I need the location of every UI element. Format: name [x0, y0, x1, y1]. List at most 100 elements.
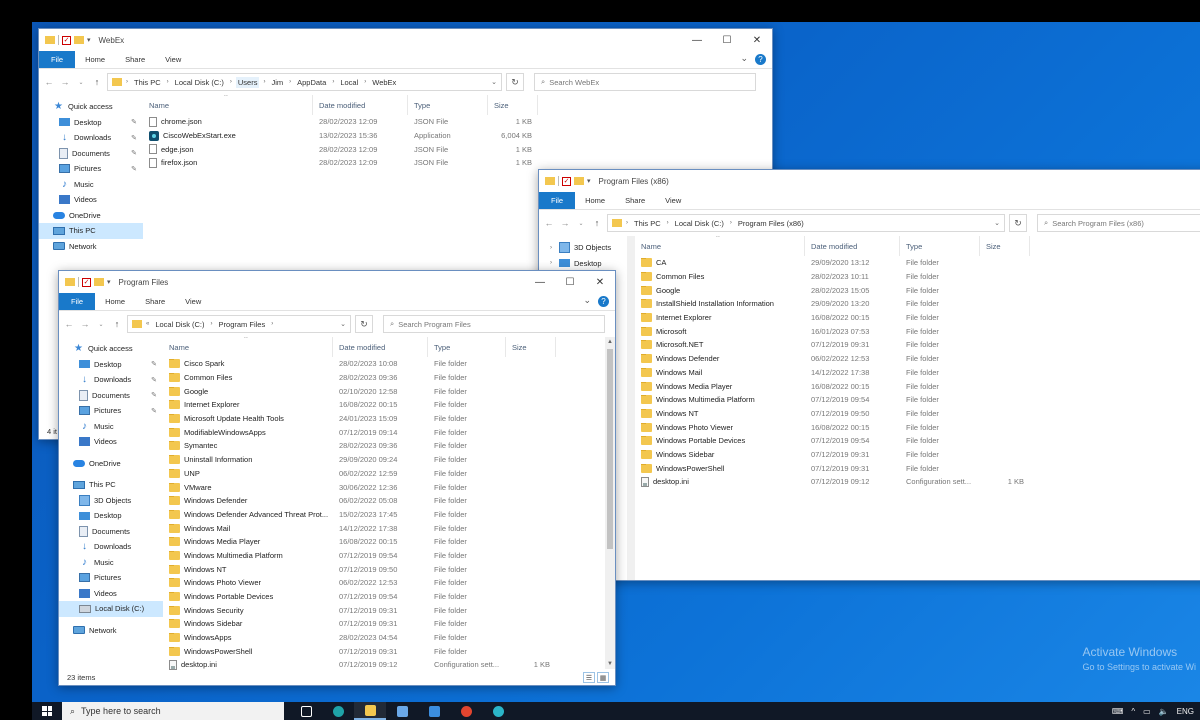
breadcrumb-item[interactable]: Local — [338, 77, 360, 88]
file-row[interactable]: Windows Multimedia Platform 07/12/2019 09… — [635, 393, 1200, 407]
sidebar-item[interactable]: ★ Quick access — [59, 341, 163, 357]
forward-arrow-icon[interactable]: → — [79, 319, 91, 329]
file-row[interactable]: Windows Security 07/12/2019 09:31 File fol… — [163, 603, 615, 617]
file-row[interactable]: desktop.ini 07/12/2019 09:12 Configuration… — [635, 475, 1200, 489]
sidebar-item[interactable]: Pictures ✎ — [39, 161, 143, 177]
breadcrumb-item[interactable]: AppData — [295, 77, 328, 88]
address-dropdown-icon[interactable]: ⌄ — [491, 78, 497, 86]
maximize-button[interactable]: ☐ — [712, 29, 742, 51]
breadcrumb-chevron-icon[interactable]: › — [289, 79, 291, 85]
large-icons-view-icon[interactable]: ▦ — [597, 672, 609, 683]
sidebar-item[interactable]: OneDrive — [59, 456, 163, 472]
column-size[interactable]: Size — [488, 95, 538, 115]
sidebar-item[interactable]: ↓ Downloads — [59, 539, 163, 555]
breadcrumb-item[interactable]: Local Disk (C:) — [673, 218, 726, 229]
address-dropdown-icon[interactable]: ⌄ — [994, 219, 1000, 227]
properties-icon[interactable]: ✓ — [62, 35, 71, 45]
search-box[interactable]: ⌕ Search WebEx — [534, 73, 756, 91]
sidebar-item[interactable]: OneDrive — [39, 208, 143, 224]
file-row[interactable]: Internet Explorer 16/08/2022 00:15 File fo… — [163, 398, 615, 412]
file-row[interactable]: Microsoft 16/01/2023 07:53 File folder — [635, 324, 1200, 338]
file-list[interactable]: ⌃ Name Date modified Type Size Cisco Spa… — [163, 337, 615, 685]
sidebar-item[interactable]: Desktop ✎ — [39, 115, 143, 131]
column-name[interactable]: Name — [163, 337, 333, 357]
keyboard-icon[interactable]: ⌨ — [1112, 707, 1124, 716]
sidebar-item[interactable]: Documents ✎ — [39, 146, 143, 162]
sidebar-item[interactable]: Videos — [39, 192, 143, 208]
file-row[interactable]: firefox.json 28/02/2023 12:09 JSON File 1 K… — [143, 156, 772, 170]
expand-ribbon-icon[interactable]: ⌄ — [583, 295, 591, 306]
tab-home[interactable]: Home — [575, 192, 615, 209]
sidebar-item[interactable]: ♪ Music — [59, 419, 163, 435]
tab-view[interactable]: View — [155, 51, 191, 68]
properties-icon[interactable]: ✓ — [562, 176, 571, 186]
column-date-modified[interactable]: Date modified — [805, 236, 900, 256]
sidebar-item[interactable]: Pictures — [59, 570, 163, 586]
recent-locations-icon[interactable]: ⌄ — [95, 321, 107, 328]
tab-view[interactable]: View — [175, 293, 211, 310]
file-row[interactable]: Windows Photo Viewer 16/08/2022 00:15 File… — [635, 420, 1200, 434]
file-row[interactable]: Windows Media Player 16/08/2022 00:15 File… — [635, 379, 1200, 393]
sidebar-item[interactable]: This PC — [39, 223, 143, 239]
customize-qat-icon[interactable]: ▾ — [587, 177, 591, 185]
file-row[interactable]: Uninstall Information 29/09/2020 09:24 Fil… — [163, 453, 615, 467]
forward-arrow-icon[interactable]: → — [59, 77, 71, 87]
sidebar-item[interactable]: Pictures ✎ — [59, 403, 163, 419]
sidebar-item[interactable]: Documents ✎ — [59, 388, 163, 404]
network-icon[interactable]: ▭ — [1143, 707, 1151, 716]
customize-qat-icon[interactable]: ▾ — [107, 278, 111, 286]
expand-ribbon-icon[interactable]: ⌄ — [740, 53, 748, 64]
file-row[interactable]: VMware 30/06/2022 12:36 File folder — [163, 480, 615, 494]
breadcrumb-chevron-icon[interactable]: › — [167, 79, 169, 85]
recent-locations-icon[interactable]: ⌄ — [75, 79, 87, 86]
file-row[interactable]: Google 28/02/2023 15:05 File folder — [635, 283, 1200, 297]
breadcrumb-item[interactable]: Jim — [269, 77, 285, 88]
sidebar-item[interactable]: 3D Objects — [59, 493, 163, 509]
tab-share[interactable]: Share — [615, 192, 655, 209]
file-row[interactable]: CiscoWebExStart.exe 13/02/2023 15:36 Appli… — [143, 129, 772, 143]
new-folder-icon[interactable] — [74, 36, 84, 44]
file-row[interactable]: Cisco Spark 28/02/2023 10:08 File folder — [163, 357, 615, 371]
close-button[interactable]: ✕ — [585, 271, 615, 293]
title-bar[interactable]: ✓ ▾ Program Files (x86) — [539, 170, 1200, 192]
tab-share[interactable]: Share — [135, 293, 175, 310]
tab-home[interactable]: Home — [95, 293, 135, 310]
tab-share[interactable]: Share — [115, 51, 155, 68]
file-row[interactable]: chrome.json 28/02/2023 12:09 JSON File 1 KB — [143, 115, 772, 129]
sidebar-item[interactable]: Network — [59, 623, 163, 639]
file-row[interactable]: WindowsApps 28/02/2023 04:54 File folder — [163, 631, 615, 645]
sidebar-item[interactable]: Local Disk (C:) — [59, 601, 163, 617]
breadcrumb-item[interactable]: Local Disk (C:) — [153, 319, 206, 330]
file-row[interactable]: WindowsPowerShell 07/12/2019 09:31 File fo… — [635, 461, 1200, 475]
navigation-pane[interactable]: ★ Quick access Desktop ✎ ↓ Downloads ✎ Document… — [59, 337, 163, 685]
file-row[interactable]: Windows Defender 06/02/2022 05:08 File fol… — [163, 494, 615, 508]
sidebar-item[interactable]: ↓ Downloads ✎ — [39, 130, 143, 146]
file-row[interactable]: InstallShield Installation Information 29… — [635, 297, 1200, 311]
breadcrumb-chevron-icon[interactable]: › — [332, 79, 334, 85]
file-row[interactable]: Common Files 28/02/2023 09:36 File folder — [163, 371, 615, 385]
sidebar-item[interactable]: › 3D Objects — [539, 240, 635, 256]
minimize-button[interactable]: — — [525, 271, 555, 293]
back-arrow-icon[interactable]: ← — [63, 319, 75, 329]
column-type[interactable]: Type — [408, 95, 488, 115]
file-row[interactable]: Google 02/10/2020 12:58 File folder — [163, 384, 615, 398]
file-row[interactable]: Windows Photo Viewer 06/02/2022 12:53 File… — [163, 576, 615, 590]
file-row[interactable]: edge.json 28/02/2023 12:09 JSON File 1 KB — [143, 142, 772, 156]
breadcrumb-item[interactable]: WebEx — [370, 77, 398, 88]
title-bar[interactable]: ✓ ▾ Program Files — ☐ ✕ — [59, 271, 615, 293]
file-row[interactable]: Windows Sidebar 07/12/2019 09:31 File fold… — [635, 448, 1200, 462]
breadcrumb-item[interactable]: This PC — [632, 218, 663, 229]
column-name[interactable]: Name — [635, 236, 805, 256]
breadcrumb-chevron-icon[interactable]: › — [730, 220, 732, 226]
tab-file[interactable]: File — [539, 192, 576, 209]
up-arrow-icon[interactable]: ↑ — [591, 218, 603, 228]
tab-home[interactable]: Home — [75, 51, 115, 68]
back-arrow-icon[interactable]: ← — [543, 218, 555, 228]
address-bar[interactable]: « Local Disk (C:) › Program Files › ⌄ — [127, 315, 351, 333]
taskbar-store-button[interactable] — [386, 702, 418, 720]
file-row[interactable]: Windows NT 07/12/2019 09:50 File folder — [635, 407, 1200, 421]
file-row[interactable]: Windows Portable Devices 07/12/2019 09:54… — [635, 434, 1200, 448]
tab-file[interactable]: File — [39, 51, 76, 68]
minimize-button[interactable]: — — [682, 29, 712, 51]
sidebar-item[interactable]: This PC — [59, 477, 163, 493]
